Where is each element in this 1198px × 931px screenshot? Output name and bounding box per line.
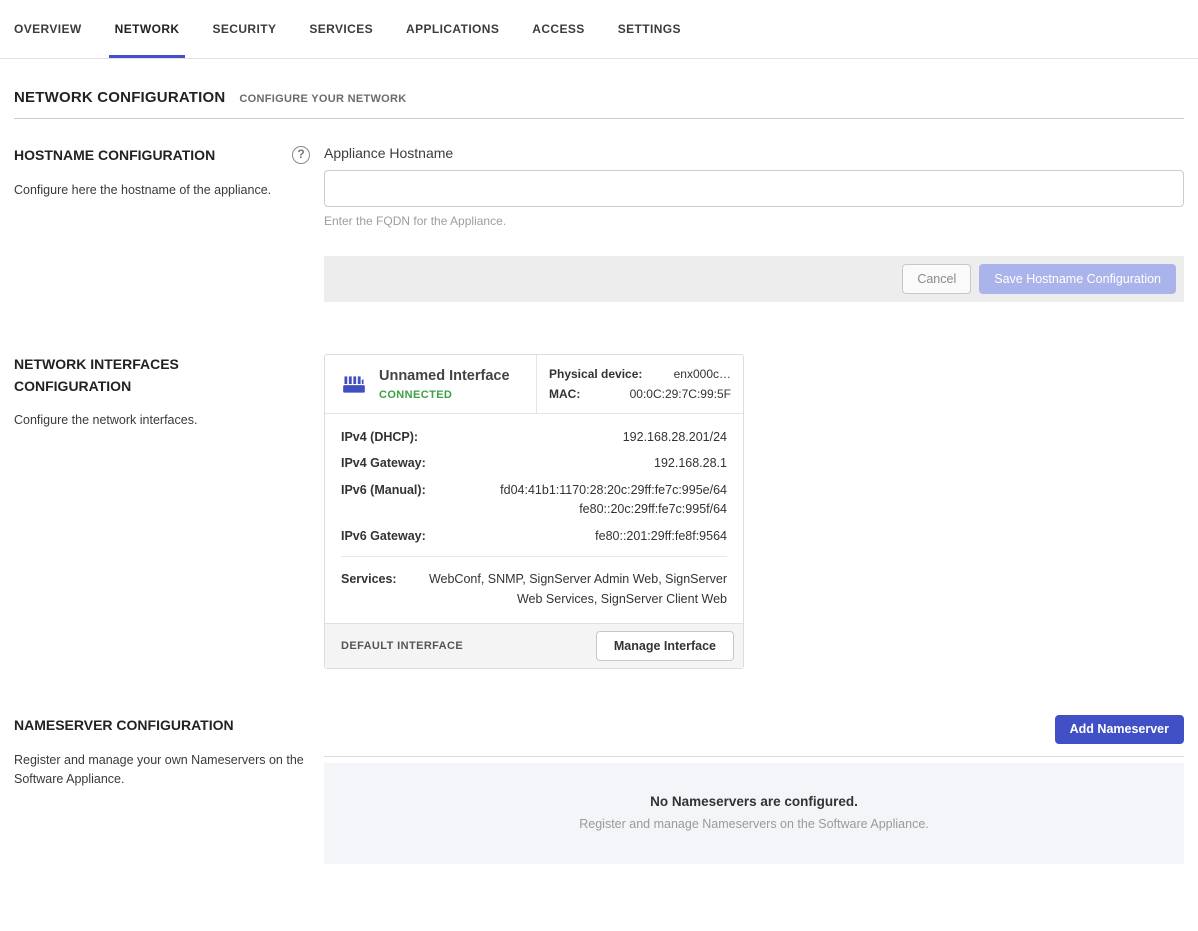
nameserver-section-intro: NAMESERVER CONFIGURATION Register and ma… <box>14 715 310 864</box>
interfaces-section-description: Configure the network interfaces. <box>14 411 310 430</box>
interface-status-badge: CONNECTED <box>379 389 510 401</box>
page-subtitle: CONFIGURE YOUR NETWORK <box>239 93 406 105</box>
ipv6-manual-values: fd04:41b1:1170:28:20c:29ff:fe7c:995e/64 … <box>438 481 727 520</box>
ipv6-manual-value-2: fe80::20c:29ff:fe7c:995f/64 <box>438 500 727 519</box>
tab-network[interactable]: NETWORK <box>109 0 186 58</box>
tab-overview[interactable]: OVERVIEW <box>8 0 88 58</box>
nameserver-section-title: NAMESERVER CONFIGURATION <box>14 715 310 737</box>
appliance-hostname-help-text: Enter the FQDN for the Appliance. <box>324 214 1184 228</box>
tab-security[interactable]: SECURITY <box>206 0 282 58</box>
interfaces-section-title: NETWORK INTERFACES CONFIGURATION <box>14 354 244 397</box>
interfaces-section-body: Unnamed Interface CONNECTED Physical dev… <box>324 354 1184 669</box>
add-nameserver-button[interactable]: Add Nameserver <box>1055 715 1184 744</box>
tab-services[interactable]: SERVICES <box>303 0 379 58</box>
interfaces-section-intro: NETWORK INTERFACES CONFIGURATION Configu… <box>14 354 310 669</box>
nameserver-empty-title: No Nameservers are configured. <box>344 794 1164 809</box>
manage-interface-button[interactable]: Manage Interface <box>596 631 734 661</box>
mac-label: MAC: <box>549 387 580 401</box>
network-interface-icon <box>341 371 367 397</box>
nameserver-divider <box>324 756 1184 757</box>
hostname-section-intro: HOSTNAME CONFIGURATION ? Configure here … <box>14 145 310 302</box>
nameserver-empty-state: No Nameservers are configured. Register … <box>324 763 1184 864</box>
ipv4-dhcp-label: IPv4 (DHCP): <box>341 428 418 447</box>
ipv6-manual-label: IPv6 (Manual): <box>341 481 426 520</box>
interface-device-info: Physical device: enx000c… MAC: 00:0C:29:… <box>537 355 743 413</box>
hostname-section-title: HOSTNAME CONFIGURATION <box>14 145 215 167</box>
interface-name: Unnamed Interface <box>379 368 510 384</box>
nameserver-empty-subtitle: Register and manage Nameservers on the S… <box>344 817 1164 831</box>
tab-settings[interactable]: SETTINGS <box>612 0 687 58</box>
help-icon[interactable]: ? <box>292 146 310 164</box>
ipv4-gateway-label: IPv4 Gateway: <box>341 454 426 473</box>
appliance-hostname-input[interactable] <box>324 170 1184 207</box>
physical-device-value: enx000c… <box>674 367 731 381</box>
page-content: NETWORK CONFIGURATION CONFIGURE YOUR NET… <box>0 89 1198 864</box>
ipv6-gateway-value: fe80::201:29ff:fe8f:9564 <box>438 527 727 546</box>
network-interfaces-section: NETWORK INTERFACES CONFIGURATION Configu… <box>14 354 1184 669</box>
services-label: Services: <box>341 569 397 609</box>
physical-device-label: Physical device: <box>549 367 642 381</box>
physical-device-row: Physical device: enx000c… <box>549 367 731 381</box>
nameserver-configuration-section: NAMESERVER CONFIGURATION Register and ma… <box>14 715 1184 864</box>
interface-body-divider <box>341 556 727 557</box>
ipv6-manual-value-1: fd04:41b1:1170:28:20c:29ff:fe7c:995e/64 <box>438 481 727 500</box>
services-value: WebConf, SNMP, SignServer Admin Web, Sig… <box>415 569 727 609</box>
appliance-hostname-label: Appliance Hostname <box>324 145 1184 161</box>
interface-identity: Unnamed Interface CONNECTED <box>325 355 537 413</box>
nameserver-section-description: Register and manage your own Nameservers… <box>14 751 310 790</box>
page-heading: NETWORK CONFIGURATION CONFIGURE YOUR NET… <box>14 89 1184 106</box>
tab-applications[interactable]: APPLICATIONS <box>400 0 505 58</box>
interface-name-status: Unnamed Interface CONNECTED <box>379 368 510 401</box>
interface-card-footer: DEFAULT INTERFACE Manage Interface <box>325 623 743 668</box>
interface-card-body: IPv4 (DHCP): 192.168.28.201/24 IPv4 Gate… <box>325 414 743 623</box>
interface-card-header: Unnamed Interface CONNECTED Physical dev… <box>325 355 743 414</box>
cancel-button[interactable]: Cancel <box>902 264 971 294</box>
ipv6-gateway-label: IPv6 Gateway: <box>341 527 426 546</box>
default-interface-badge: DEFAULT INTERFACE <box>341 640 463 652</box>
ipv4-gateway-row: IPv4 Gateway: 192.168.28.1 <box>341 454 727 473</box>
ipv4-dhcp-value: 192.168.28.201/24 <box>430 428 727 447</box>
ipv6-gateway-row: IPv6 Gateway: fe80::201:29ff:fe8f:9564 <box>341 527 727 546</box>
ipv4-dhcp-row: IPv4 (DHCP): 192.168.28.201/24 <box>341 428 727 447</box>
hostname-section-form: Appliance Hostname Enter the FQDN for th… <box>324 145 1184 302</box>
interface-card: Unnamed Interface CONNECTED Physical dev… <box>324 354 744 669</box>
services-row: Services: WebConf, SNMP, SignServer Admi… <box>341 569 727 623</box>
mac-value: 00:0C:29:7C:99:5F <box>630 387 731 401</box>
hostname-action-bar: Cancel Save Hostname Configuration <box>324 256 1184 302</box>
top-tab-bar: OVERVIEW NETWORK SECURITY SERVICES APPLI… <box>0 0 1198 59</box>
nameserver-toolbar: Add Nameserver <box>324 715 1184 744</box>
page-title: NETWORK CONFIGURATION <box>14 89 225 106</box>
page-heading-divider <box>14 118 1184 119</box>
hostname-section-description: Configure here the hostname of the appli… <box>14 181 310 200</box>
hostname-configuration-section: HOSTNAME CONFIGURATION ? Configure here … <box>14 145 1184 302</box>
nameserver-section-body: Add Nameserver No Nameservers are config… <box>324 715 1184 864</box>
mac-row: MAC: 00:0C:29:7C:99:5F <box>549 387 731 401</box>
ipv4-gateway-value: 192.168.28.1 <box>438 454 727 473</box>
save-hostname-configuration-button[interactable]: Save Hostname Configuration <box>979 264 1176 294</box>
ipv6-manual-row: IPv6 (Manual): fd04:41b1:1170:28:20c:29f… <box>341 481 727 520</box>
tab-access[interactable]: ACCESS <box>526 0 590 58</box>
